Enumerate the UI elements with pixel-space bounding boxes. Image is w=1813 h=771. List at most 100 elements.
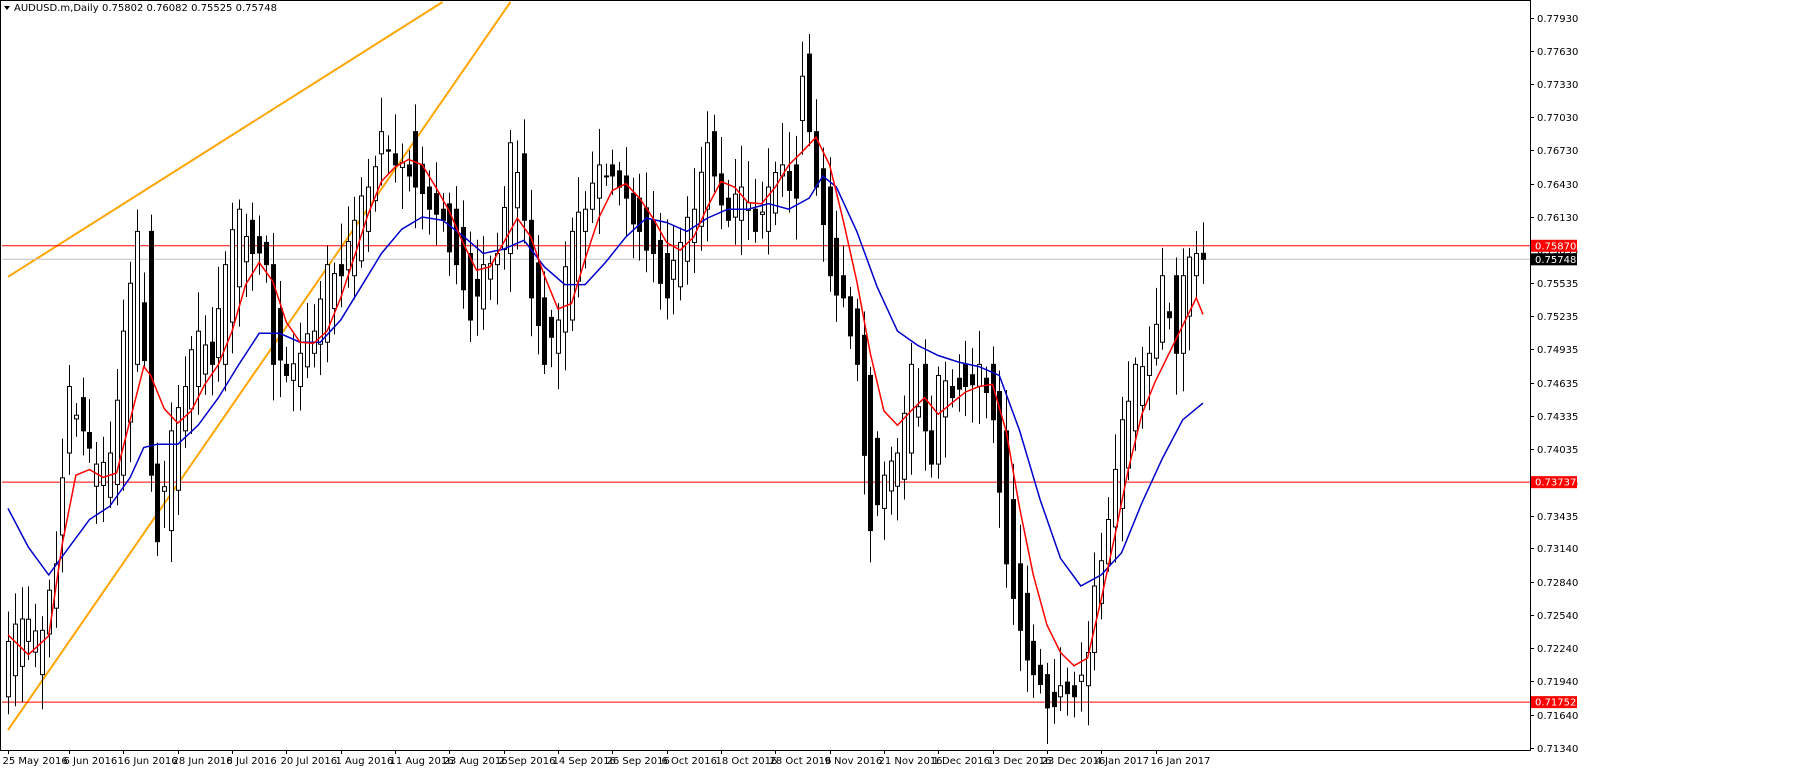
candle — [814, 99, 819, 196]
x-tick-label: 6 Oct 2016 — [662, 756, 717, 767]
candle-body-up — [135, 230, 140, 365]
trendline-1[interactable] — [7, 1, 444, 278]
candle — [149, 214, 154, 492]
candle — [916, 368, 921, 427]
candle-body-up — [183, 386, 188, 432]
candle — [359, 177, 364, 268]
y-tick-label: 0.73140 — [1537, 544, 1578, 555]
y-tick-label: 0.77930 — [1537, 14, 1578, 25]
candle — [461, 200, 466, 309]
candle-body-down — [427, 186, 432, 210]
candle — [352, 196, 357, 300]
candle — [644, 172, 649, 273]
y-tick-label: 0.73435 — [1537, 512, 1578, 523]
candle — [33, 603, 38, 668]
y-tick-label: 0.71340 — [1537, 744, 1578, 755]
candle-body-up — [176, 407, 181, 491]
symbol-label: AUDUSD.m,Daily — [14, 3, 99, 14]
candle-body-down — [522, 153, 527, 221]
candle — [604, 163, 609, 186]
candle-body-up — [346, 241, 351, 271]
menu-triangle-icon[interactable] — [4, 6, 10, 10]
candles-layer — [6, 33, 1206, 744]
candle — [366, 158, 371, 252]
candle-body-up — [189, 349, 194, 410]
hline-price-tag-3-text: 0.71752 — [1535, 698, 1576, 709]
candle-body-up — [556, 319, 561, 354]
candle-body-down — [651, 219, 656, 255]
x-tick-label: 6 Jun 2016 — [64, 756, 118, 767]
candle-body-down — [855, 308, 860, 365]
trendlines-layer — [7, 1, 512, 731]
candle-body-up — [1079, 674, 1084, 682]
candle — [671, 225, 676, 315]
candle — [889, 446, 894, 515]
candle — [923, 339, 928, 471]
candlestick-chart[interactable]: 0.77930 0.77630 0.77330 0.77030 0.76730 0.764… — [0, 0, 1813, 771]
candle — [637, 173, 642, 261]
candle — [1167, 302, 1172, 330]
candle-body-down — [393, 153, 398, 166]
candle — [970, 348, 975, 423]
candle-body-down — [549, 316, 554, 338]
candle-body-up — [13, 623, 18, 677]
candle — [651, 190, 656, 283]
candle-body-up — [590, 182, 595, 210]
candle — [393, 114, 398, 183]
candle-body-down — [210, 341, 215, 365]
y-tick-label: 0.74335 — [1537, 412, 1578, 423]
candle — [556, 303, 561, 390]
candle — [868, 366, 873, 563]
candle — [26, 586, 31, 661]
candle-body-down — [834, 237, 839, 296]
candle — [1120, 396, 1125, 542]
candle-body-up — [216, 308, 221, 359]
y-tick-label: 0.77330 — [1537, 80, 1578, 91]
candle-body-down — [454, 208, 459, 266]
candle-body-down — [1201, 252, 1206, 260]
candle — [963, 340, 968, 417]
candle-body-down — [862, 334, 867, 456]
candle — [210, 307, 215, 396]
candle — [685, 196, 690, 285]
candle — [1031, 624, 1036, 698]
candle — [855, 298, 860, 382]
candle-body-up — [40, 629, 45, 676]
candle-body-up — [733, 193, 738, 218]
candle-body-down — [957, 377, 962, 390]
candle — [902, 395, 907, 500]
candle-body-up — [1181, 275, 1186, 354]
candle-body-down — [1011, 499, 1016, 599]
candle-body-down — [1045, 674, 1050, 709]
chart-window[interactable]: 0.77930 0.77630 0.77330 0.77030 0.76730 0.764… — [0, 0, 1813, 771]
candle — [1079, 642, 1084, 712]
y-tick-label: 0.74635 — [1537, 379, 1578, 390]
candle — [787, 132, 792, 213]
candle-body-up — [128, 282, 133, 423]
candle — [1174, 257, 1179, 395]
x-tick-label: 16 Jun 2016 — [118, 756, 178, 767]
trendline-2[interactable] — [7, 1, 512, 731]
candle-body-down — [339, 264, 344, 277]
candle-body-down — [950, 386, 955, 399]
candle-body-down — [712, 131, 717, 177]
candle — [373, 155, 378, 212]
candle — [984, 366, 989, 419]
candle-body-up — [1194, 253, 1199, 277]
candle-body-up — [1058, 685, 1063, 698]
candle — [495, 232, 500, 305]
candle — [570, 217, 575, 332]
x-tick-label: 28 Oct 2016 — [770, 756, 832, 767]
candle — [162, 460, 167, 529]
candle-body-down — [257, 236, 262, 254]
x-tick-label: 4 Jan 2017 — [1096, 756, 1150, 767]
candle-body-up — [671, 259, 676, 280]
x-tick-label: 28 Jun 2016 — [173, 756, 233, 767]
candle-body-up — [1160, 275, 1165, 343]
candle-body-down — [807, 53, 812, 133]
candle-body-up — [570, 230, 575, 321]
candle — [692, 168, 697, 274]
candle — [549, 309, 554, 368]
candle — [454, 186, 459, 285]
candle — [447, 192, 452, 276]
